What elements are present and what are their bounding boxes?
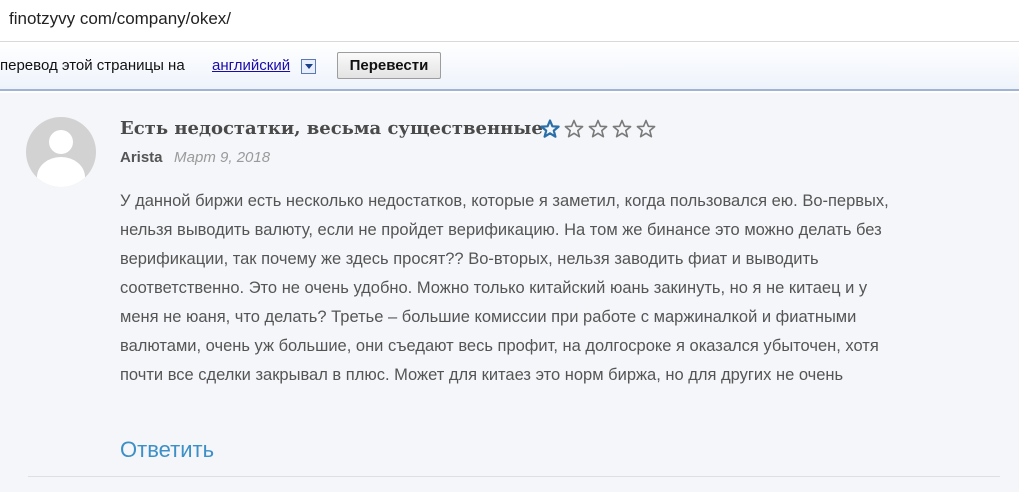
avatar-body xyxy=(37,157,85,187)
review-author: Arista xyxy=(120,149,163,166)
review-body-line: нельзя выводить валюту, если не пройдет … xyxy=(120,221,882,239)
review-body-line: валютами, очень уж большие, они съедают … xyxy=(120,337,879,355)
review-date: Март 9, 2018 xyxy=(174,149,271,166)
translate-button[interactable]: Перевести xyxy=(337,52,441,79)
star-filled-icon xyxy=(540,119,560,139)
review-body-line: соответственно. Это не очень удобно. Мож… xyxy=(120,279,868,297)
translate-bar: перевод этой страницы на английский Пере… xyxy=(0,43,1019,91)
review-title: Есть недостатки, весьма существенные xyxy=(120,118,543,139)
star-empty-icon xyxy=(636,119,656,139)
review-body: У данной биржи есть несколько недостатко… xyxy=(120,187,1000,390)
review-body-line: У данной биржи есть несколько недостатко… xyxy=(120,192,889,210)
translate-prompt-text: перевод этой страницы на xyxy=(0,57,185,74)
star-empty-icon xyxy=(564,119,584,139)
divider xyxy=(28,476,1000,477)
avatar-head xyxy=(49,130,73,154)
reply-link[interactable]: Ответить xyxy=(120,437,214,463)
avatar xyxy=(26,117,96,187)
review-body-line: почти все сделки закрывал в плюс. Может … xyxy=(120,366,844,384)
language-dropdown-icon[interactable] xyxy=(301,59,316,74)
address-bar-url[interactable]: finotzyvy com/company/okex/ xyxy=(9,9,231,29)
review-body-line: верификации, так почему же здесь просят?… xyxy=(120,250,819,268)
review-card: Есть недостатки, весьма существенные Ari… xyxy=(0,93,1019,492)
review-body-line: меня не юаня, что делать? Третье – больш… xyxy=(120,308,857,326)
star-empty-icon xyxy=(612,119,632,139)
rating-stars xyxy=(540,119,656,139)
address-bar[interactable]: finotzyvy com/company/okex/ xyxy=(0,0,1019,42)
star-empty-icon xyxy=(588,119,608,139)
translate-language-link[interactable]: английский xyxy=(212,57,290,74)
